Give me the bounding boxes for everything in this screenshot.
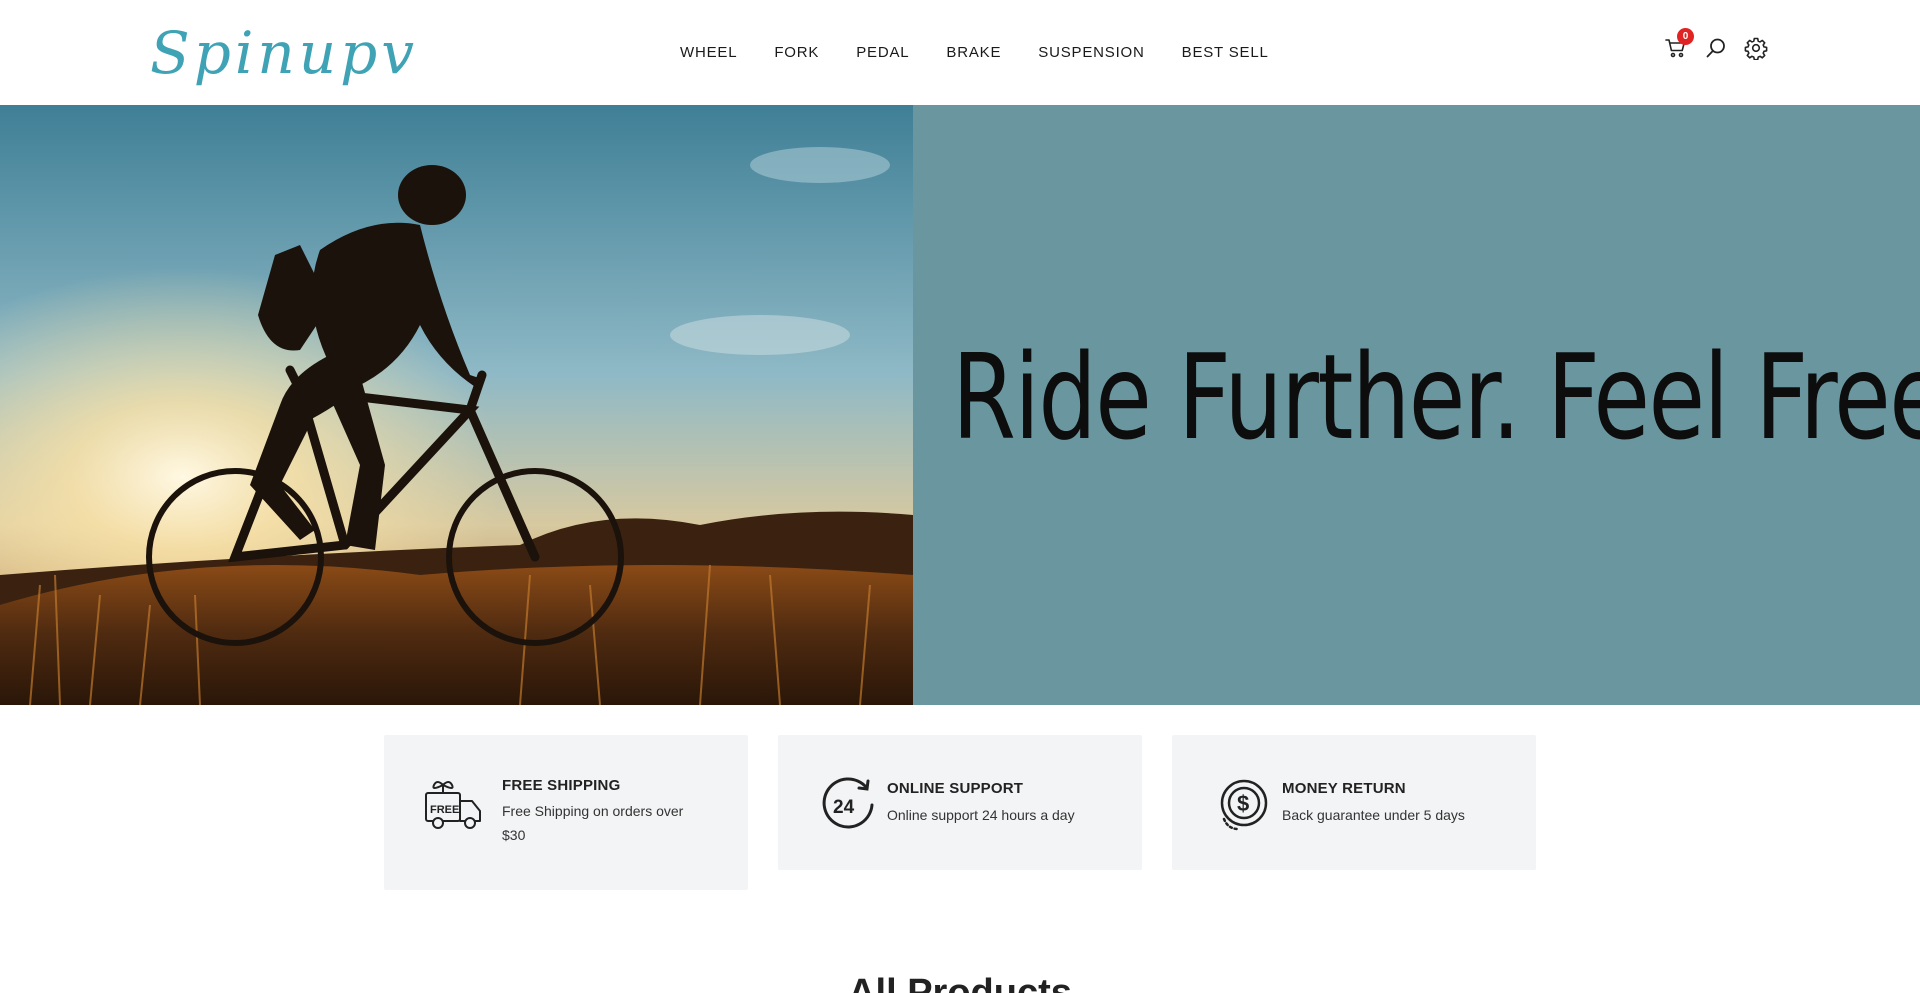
feature-card-money-return: $ MONEY RETURN Back guarantee under 5 da… [1172,735,1536,870]
feature-title: ONLINE SUPPORT [887,780,1024,797]
feature-description: Free Shipping on orders over $30 [502,803,684,843]
cart-button[interactable]: 0 [1664,28,1694,62]
features-strip: FREE FREE SHIPPING Free Shipping on orde… [384,735,1536,890]
main-nav: WHEEL FORK PEDAL BRAKE SUSPENSION BEST S… [680,42,1306,64]
svg-text:$: $ [1237,791,1249,816]
cart-count-badge: 0 [1677,28,1694,45]
svg-text:24: 24 [833,797,855,818]
feature-description: Online support 24 hours a day [887,807,1075,823]
search-button[interactable] [1704,36,1730,62]
24-hours-support-icon: 24 [822,777,874,829]
money-return-icon: $ [1220,779,1268,831]
site-header: Spinupv WHEEL FORK PEDAL BRAKE SUSPENSIO… [0,0,1920,105]
hero-image [0,105,913,705]
brand-logo[interactable]: Spinupv [150,18,418,88]
feature-description: Back guarantee under 5 days [1282,807,1465,823]
products-section-title: All Products [848,972,1072,993]
nav-item-suspension[interactable]: SUSPENSION [1038,42,1144,64]
feature-card-shipping: FREE FREE SHIPPING Free Shipping on orde… [384,735,748,890]
svg-text:FREE: FREE [430,804,459,816]
feature-card-support: 24 ONLINE SUPPORT Online support 24 hour… [778,735,1142,870]
header-actions: 0 [1664,28,1784,62]
nav-item-fork[interactable]: FORK [774,42,819,64]
nav-item-pedal[interactable]: PEDAL [856,42,909,64]
search-icon [1706,38,1725,58]
nav-item-best-sell[interactable]: BEST SELL [1182,42,1269,64]
hero-headline: Ride Further. Feel Free. [952,328,1920,466]
free-delivery-truck-icon: FREE [425,781,481,829]
nav-item-wheel[interactable]: WHEEL [680,42,737,64]
gear-icon [1744,37,1768,60]
settings-button[interactable] [1744,36,1770,62]
feature-title: MONEY RETURN [1282,780,1406,797]
feature-title: FREE SHIPPING [502,777,621,794]
nav-item-brake[interactable]: BRAKE [946,42,1001,64]
hero-banner: Ride Further. Feel Free. [0,105,1920,705]
